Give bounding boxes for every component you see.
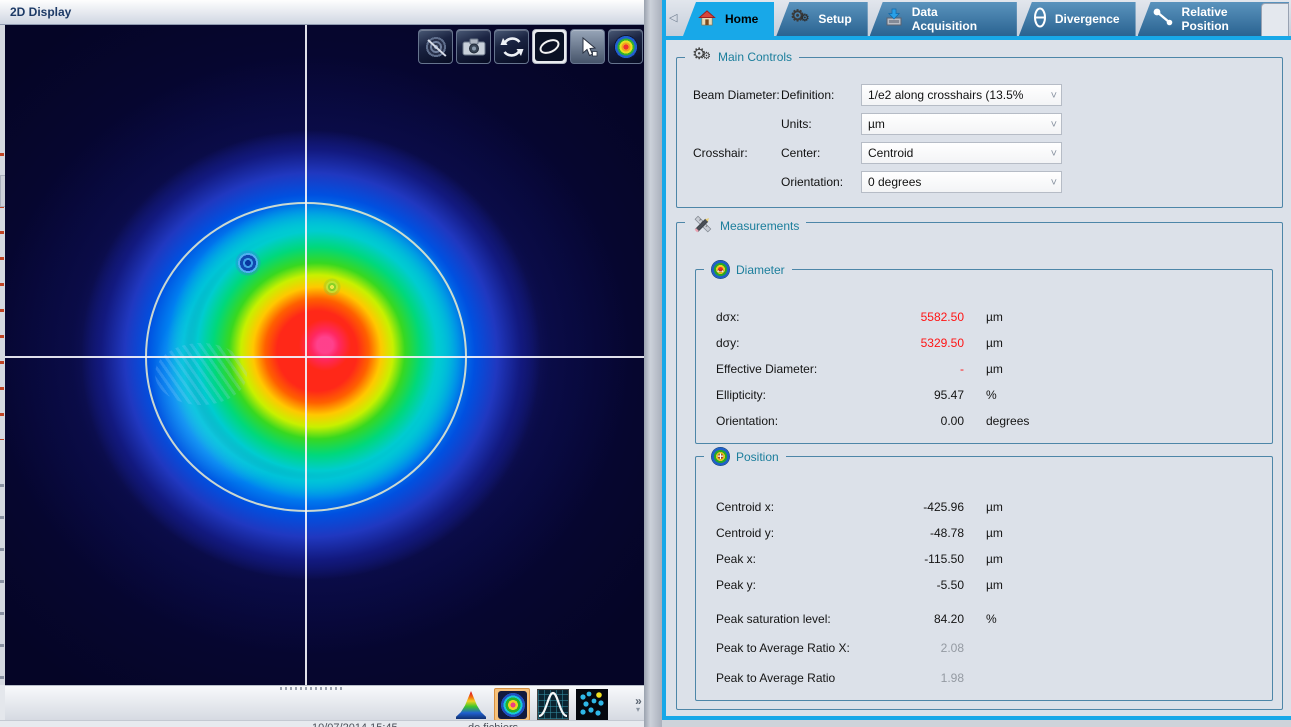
gaussian-profile-icon[interactable] xyxy=(537,689,569,720)
tab-accent-underline xyxy=(662,36,1291,40)
diameter-group: ↔ Diameter dσx: 5582.50 µm dσy: 5329.50 … xyxy=(695,269,1273,444)
2d-display-title: 2D Display xyxy=(10,5,71,19)
color-rings-icon[interactable] xyxy=(608,29,643,64)
tab-label: Relative Position xyxy=(1182,5,1273,33)
position-title: Position xyxy=(736,450,779,464)
dsx-value: 5582.50 xyxy=(886,310,964,324)
splitter-drag-handle[interactable] xyxy=(280,687,342,690)
bottom-toolbar: » ▾ xyxy=(5,685,644,720)
main-controls-title: Main Controls xyxy=(718,50,792,64)
chevron-down-icon: ˅ xyxy=(1051,115,1057,135)
measurement-row: Peak to Average Ratio 1.98 xyxy=(696,665,1272,691)
rings-2d-icon[interactable] xyxy=(494,688,530,721)
tab-label: Divergence xyxy=(1055,12,1120,26)
measurements-title: Measurements xyxy=(720,219,799,233)
dartboard-needle-icon[interactable] xyxy=(418,29,453,64)
diameter-title: Diameter xyxy=(736,263,785,277)
units-label: Units: xyxy=(781,117,861,131)
units-dropdown[interactable]: µm ˅ xyxy=(861,113,1062,135)
position-target-icon: + xyxy=(711,447,730,466)
tab-home[interactable]: Home xyxy=(683,2,774,36)
measurement-row: Peak x: -115.50 µm xyxy=(696,546,1272,572)
measurement-row: Effective Diameter: - µm xyxy=(696,356,1272,382)
crosshair-horizontal xyxy=(5,356,644,358)
control-panel-window: ◁ Home ⚙⚙ Setup xyxy=(662,0,1291,727)
chevron-down-icon: ˅ xyxy=(1051,86,1057,106)
crosshair-group-label: Crosshair: xyxy=(677,146,781,160)
peak-3d-icon[interactable] xyxy=(455,689,487,720)
centroid-x-value: -425.96 xyxy=(886,500,964,514)
2d-display-titlebar: 2D Display xyxy=(0,0,644,25)
beam-diameter-group-label: Beam Diameter: xyxy=(677,88,781,102)
crosshair-vertical xyxy=(305,25,307,685)
measurement-row: dσy: 5329.50 µm xyxy=(696,330,1272,356)
diameter-target-icon: ↔ xyxy=(711,260,730,279)
display-toolbar xyxy=(418,29,643,64)
chevron-down-icon: ˅ xyxy=(1051,144,1057,164)
ruler-ticks-gray xyxy=(0,455,4,685)
home-tab-content: ⚙⚙ Main Controls Beam Diameter: Definiti… xyxy=(666,40,1291,720)
tab-data-acquisition[interactable]: Data Acquisition xyxy=(870,2,1017,36)
measurement-row: Peak saturation level: 84.20 % xyxy=(696,606,1272,632)
window-bottom-edge xyxy=(662,720,1291,727)
peak-y-value: -5.50 xyxy=(886,578,964,592)
chevron-down-icon: ˅ xyxy=(1051,173,1057,193)
measurement-row: Centroid y: -48.78 µm xyxy=(696,520,1272,546)
nodes-icon xyxy=(1152,8,1174,30)
gears-icon: ⚙⚙ xyxy=(790,10,810,28)
measurements-group: Measurements ↔ Diameter dσx: 5582.50 µm xyxy=(676,222,1283,710)
tab-scroll-left-icon[interactable]: ◁ xyxy=(669,11,677,24)
clipped-timestamp: 10/07/2014 15:45 xyxy=(312,722,398,727)
tab-divergence[interactable]: Divergence xyxy=(1019,2,1136,36)
home-icon xyxy=(697,9,717,29)
peak-saturation-value: 84.20 xyxy=(886,612,964,626)
tab-setup[interactable]: ⚙⚙ Setup xyxy=(776,2,867,36)
position-group: + Position Centroid x: -425.96 µm Centro… xyxy=(695,456,1273,701)
centroid-y-value: -48.78 xyxy=(886,526,964,540)
tab-partial-stub[interactable] xyxy=(1261,3,1289,36)
2d-display-window: 2D Display xyxy=(0,0,662,727)
pencil-ruler-icon xyxy=(692,213,714,238)
measurement-row: Peak to Average Ratio X: 2.08 xyxy=(696,635,1272,661)
gears-icon: ⚙⚙ xyxy=(692,48,712,66)
measurement-row: Orientation: 0.00 degrees xyxy=(696,408,1272,434)
measurement-row: Centroid x: -425.96 µm xyxy=(696,494,1272,520)
ellipticity-value: 95.47 xyxy=(886,388,964,402)
effective-diameter-value: - xyxy=(886,362,964,376)
rotate-icon[interactable] xyxy=(494,29,529,64)
cursor-icon[interactable] xyxy=(570,29,605,64)
download-icon xyxy=(884,8,904,30)
dsy-value: 5329.50 xyxy=(886,336,964,350)
orientation-value: 0.00 xyxy=(886,414,964,428)
tab-label: Setup xyxy=(818,12,851,26)
peak-avg-ratio-value: 1.98 xyxy=(886,671,964,685)
beam-display-canvas[interactable] xyxy=(5,25,644,685)
definition-dropdown[interactable]: 1/e2 along crosshairs (13.5% ˅ xyxy=(861,84,1062,106)
tab-label: Data Acquisition xyxy=(912,5,1001,33)
ellipse-overlay-icon[interactable] xyxy=(532,29,567,64)
tab-label: Home xyxy=(725,12,758,26)
theta-icon xyxy=(1033,7,1047,31)
definition-label: Definition: xyxy=(781,88,861,102)
tab-bar: ◁ Home ⚙⚙ Setup xyxy=(666,0,1291,36)
panel-splitter[interactable] xyxy=(644,0,662,727)
scatter-dots-icon[interactable] xyxy=(576,689,608,720)
main-controls-group: ⚙⚙ Main Controls Beam Diameter: Definiti… xyxy=(676,57,1283,208)
orientation-dropdown[interactable]: 0 degrees ˅ xyxy=(861,171,1062,193)
camera-icon[interactable] xyxy=(456,29,491,64)
measurement-row: Ellipticity: 95.47 % xyxy=(696,382,1272,408)
orientation-label: Orientation: xyxy=(781,175,861,189)
clipped-status-row: 10/07/2014 15:45 de fichiers xyxy=(0,720,662,727)
measurement-row: dσx: 5582.50 µm xyxy=(696,304,1272,330)
peak-x-value: -115.50 xyxy=(886,552,964,566)
center-dropdown[interactable]: Centroid ˅ xyxy=(861,142,1062,164)
peak-avg-ratio-x-value: 2.08 xyxy=(886,641,964,655)
center-label: Center: xyxy=(781,146,861,160)
clipped-file-label: de fichiers xyxy=(468,722,518,727)
beam-profiler-app: 2D Display xyxy=(0,0,1291,727)
measurement-row: Peak y: -5.50 µm xyxy=(696,572,1272,598)
